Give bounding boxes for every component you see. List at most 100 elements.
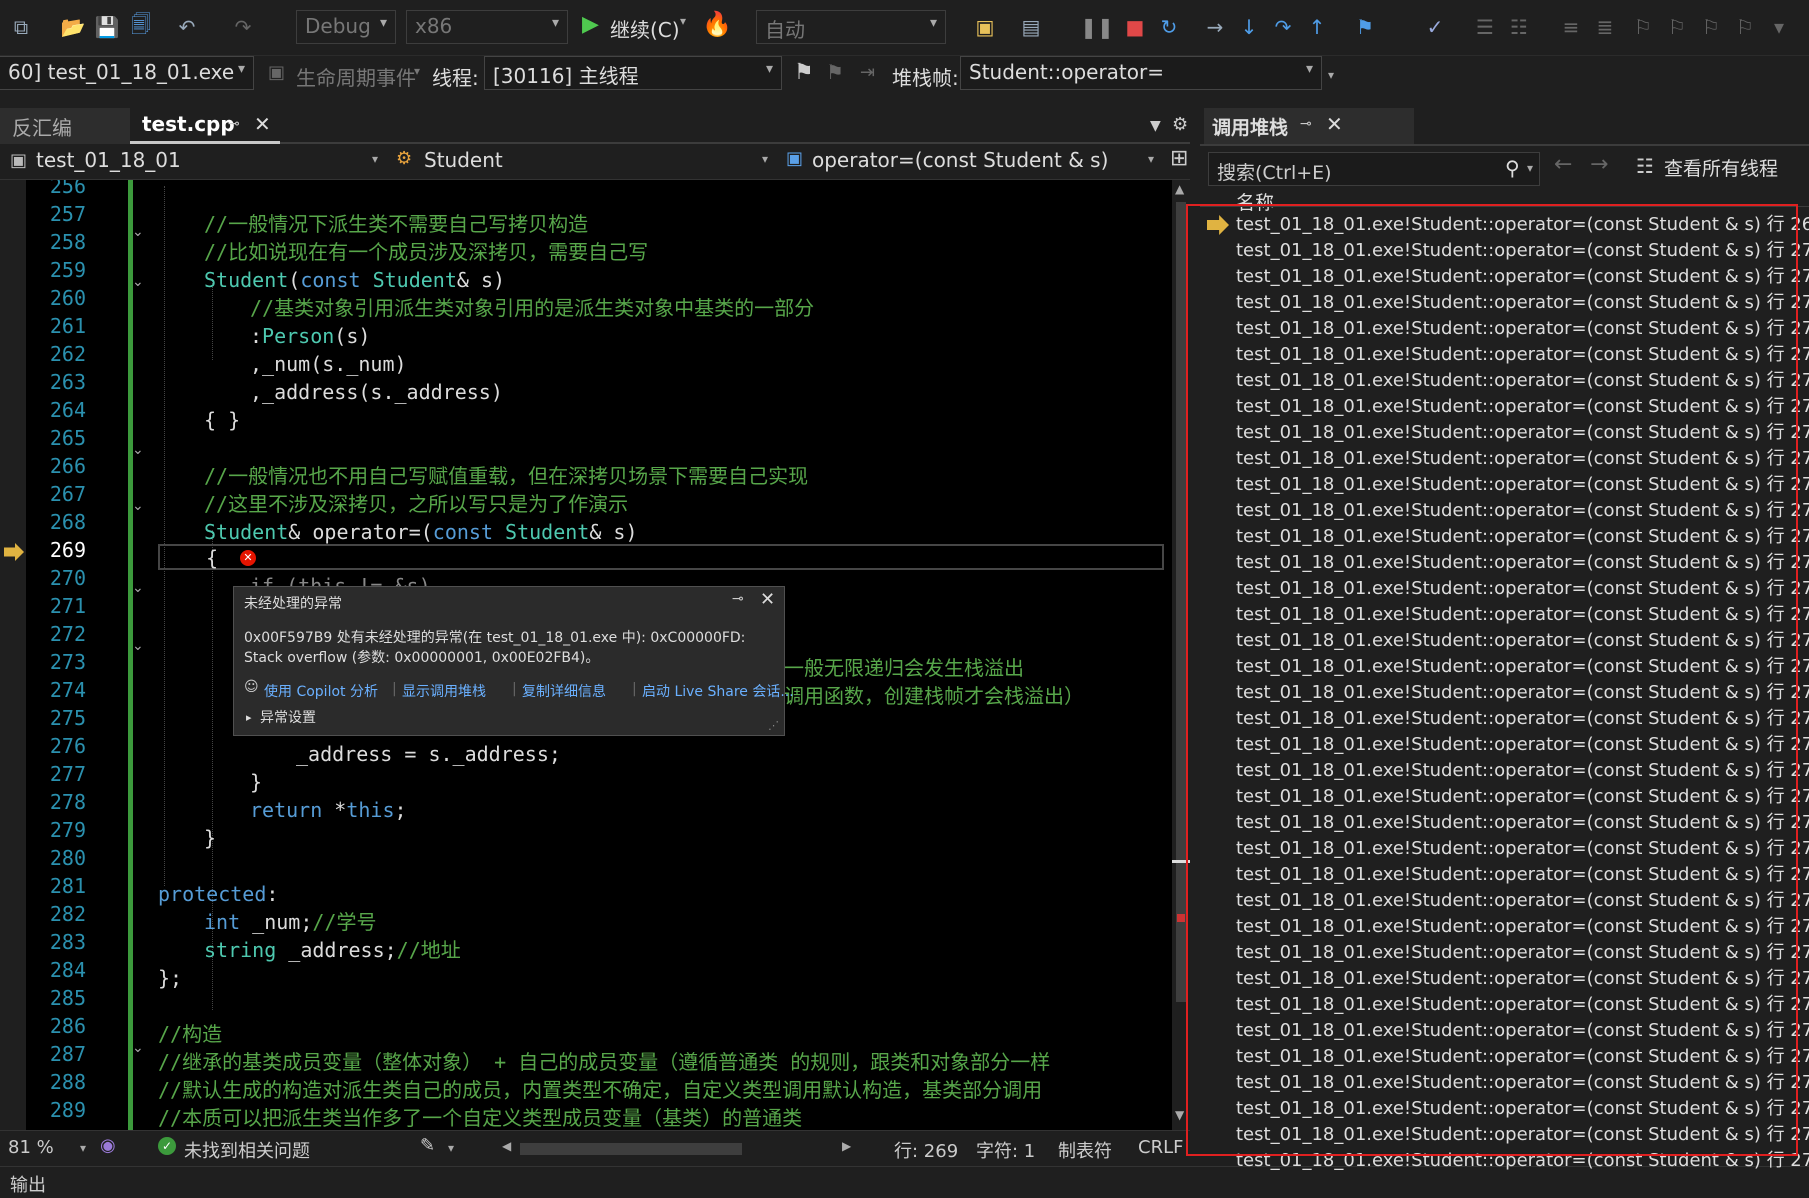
platform-combo[interactable]: x86 ▾ xyxy=(406,10,568,44)
prev-bookmark-icon[interactable]: ⚐ xyxy=(1662,12,1692,42)
scroll-right-icon[interactable]: ▶ xyxy=(842,1139,851,1153)
lifecycle-icon[interactable]: ▣ xyxy=(268,62,285,83)
horizontal-scrollbar[interactable] xyxy=(520,1143,742,1155)
clear-bookmark-icon[interactable]: ⚐ xyxy=(1730,12,1760,42)
line-indicator[interactable]: 行: 269 xyxy=(894,1137,958,1163)
stop-icon[interactable]: ■ xyxy=(1120,12,1150,42)
fold-chevron-icon[interactable]: ⌄ xyxy=(132,224,144,240)
pin-icon[interactable]: ⊸ xyxy=(1300,116,1312,132)
overflow-icon[interactable]: ▾ xyxy=(1328,68,1334,82)
forward-arrow-icon[interactable]: → xyxy=(1590,152,1608,177)
scroll-left-icon[interactable]: ◀ xyxy=(502,1139,511,1153)
outdent-icon[interactable]: ≣ xyxy=(1590,12,1620,42)
chevron-down-icon[interactable]: ▾ xyxy=(680,14,686,28)
restart-icon[interactable]: ↻ xyxy=(1154,12,1184,42)
show-callstack-link[interactable]: 显示调用堆栈 xyxy=(402,681,486,701)
fold-chevron-icon[interactable]: ⌄ xyxy=(132,580,144,596)
solution-icon[interactable]: ⧉ xyxy=(6,12,36,42)
call-stack-search[interactable]: 搜索(Ctrl+E) ⚲ ▾ xyxy=(1208,152,1540,186)
fold-chevron-icon[interactable]: ⌄ xyxy=(132,442,144,458)
redo-icon[interactable]: ↷ xyxy=(228,12,258,42)
spellcheck-icon[interactable]: ✓ xyxy=(1420,12,1450,42)
step-into-icon[interactable]: ↓ xyxy=(1234,12,1264,42)
pin-icon[interactable]: ⊸ xyxy=(228,116,240,132)
continue-icon[interactable]: ▶ xyxy=(582,12,599,37)
open-folder-icon[interactable]: 📂 xyxy=(58,12,88,42)
fold-chevron-icon[interactable]: ⌄ xyxy=(132,498,144,514)
close-icon[interactable]: ✕ xyxy=(254,112,271,136)
back-arrow-icon[interactable]: ← xyxy=(1554,152,1572,177)
flag-icon[interactable]: ⚑ xyxy=(794,60,814,85)
indicator-margin[interactable] xyxy=(0,180,26,1130)
fold-chevron-icon[interactable]: ⌄ xyxy=(132,274,144,290)
exception-settings[interactable]: 异常设置 xyxy=(260,707,316,727)
save-all-icon[interactable]: 🗐 xyxy=(126,12,156,42)
explorer-icon[interactable]: ▣ xyxy=(970,12,1000,42)
gear-icon[interactable]: ⚙ xyxy=(1172,114,1188,135)
scroll-thumb[interactable] xyxy=(1176,202,1186,1002)
pin-icon[interactable]: ⊸ xyxy=(732,591,744,607)
pause-icon[interactable]: ❚❚ xyxy=(1080,12,1114,42)
nav-project[interactable]: test_01_18_01 xyxy=(36,148,181,172)
editor-status-bar: 81 % ▾ ◉ ✓ 未找到相关问题 ✎ ▾ ◀ ▶ 行: 269 字符: 1 … xyxy=(0,1130,1190,1166)
copy-details-link[interactable]: 复制详细信息 xyxy=(522,681,606,701)
search-icon[interactable]: ⚲ xyxy=(1505,156,1520,180)
stackframe-combo[interactable]: Student::operator= ▾ xyxy=(960,56,1322,90)
tab-list-icon[interactable]: ▼ xyxy=(1150,118,1161,134)
tab-indicator[interactable]: 制表符 xyxy=(1058,1137,1112,1163)
expand-chevron-icon[interactable]: ▸ xyxy=(246,711,252,724)
step-over-icon[interactable]: ↷ xyxy=(1268,12,1298,42)
brush-icon[interactable]: ✎ xyxy=(420,1135,435,1156)
nav-class[interactable]: Student xyxy=(424,148,503,172)
chevron-down-icon[interactable]: ▾ xyxy=(448,1141,454,1155)
zoom-level[interactable]: 81 % xyxy=(8,1137,54,1158)
close-icon[interactable]: ✕ xyxy=(1326,112,1343,136)
chevron-down-icon[interactable]: ▾ xyxy=(372,152,378,166)
indent-icon[interactable]: ≡ xyxy=(1556,12,1586,42)
lifecycle-events-label[interactable]: 生命周期事件 xyxy=(296,62,416,91)
tab-disassembly[interactable]: 反汇编 xyxy=(0,108,130,144)
chevron-down-icon[interactable]: ▾ xyxy=(1527,161,1533,175)
diagnostics-icon[interactable]: ⚑ xyxy=(1350,12,1380,42)
close-icon[interactable]: ✕ xyxy=(760,589,775,610)
chevron-down-icon[interactable]: ▾ xyxy=(80,1141,86,1155)
char-indicator[interactable]: 字符: 1 xyxy=(976,1137,1035,1163)
scroll-down-icon[interactable]: ▼ xyxy=(1175,1108,1184,1122)
show-next-statement-icon[interactable]: → xyxy=(1200,12,1230,42)
save-icon[interactable]: 💾 xyxy=(92,12,122,42)
thread-combo[interactable]: [30116] 主线程 ▾ xyxy=(484,56,782,90)
config-combo[interactable]: Debug ▾ xyxy=(296,10,396,44)
overflow-icon[interactable]: ▾ xyxy=(1764,12,1794,42)
chevron-down-icon[interactable]: ▾ xyxy=(414,64,420,78)
code-line-282: int _num;//学号 xyxy=(204,910,377,934)
intellicode-icon[interactable]: ◉ xyxy=(100,1135,116,1156)
output-tab[interactable]: 输出 xyxy=(10,1171,46,1197)
step-out-icon[interactable]: ↑ xyxy=(1302,12,1332,42)
uncomment-icon[interactable]: ☷ xyxy=(1504,12,1534,42)
error-icon[interactable]: ✕ xyxy=(240,550,256,566)
auto-combo[interactable]: 自动 ▾ xyxy=(756,10,946,44)
window-icon[interactable]: ▤ xyxy=(1016,12,1046,42)
live-share-link[interactable]: 启动 Live Share 会话... xyxy=(642,681,794,701)
undo-icon[interactable]: ↶ xyxy=(172,12,202,42)
fold-chevron-icon[interactable]: ⌄ xyxy=(132,1040,144,1056)
split-icon[interactable]: ⊞ xyxy=(1170,146,1188,171)
comment-icon[interactable]: ☰ xyxy=(1470,12,1500,42)
fold-chevron-icon[interactable]: ⌄ xyxy=(132,638,144,654)
nav-member[interactable]: operator=(const Student & s) xyxy=(812,148,1108,172)
chevron-down-icon[interactable]: ▾ xyxy=(762,152,768,166)
continue-button[interactable]: 继续(C) xyxy=(610,14,680,43)
next-bookmark-icon[interactable]: ⚐ xyxy=(1696,12,1726,42)
chevron-down-icon[interactable]: ▾ xyxy=(1148,152,1154,166)
scroll-up-icon[interactable]: ▲ xyxy=(1175,182,1184,196)
view-all-threads-button[interactable]: 查看所有线程 xyxy=(1664,154,1778,181)
process-combo[interactable]: 60] test_01_18_01.exe ▾ xyxy=(0,56,254,90)
issues-status[interactable]: 未找到相关问题 xyxy=(184,1137,310,1163)
copilot-analyze-link[interactable]: 使用 Copilot 分析 xyxy=(264,681,378,701)
thread-flag-icon[interactable]: ⚑ xyxy=(826,60,844,84)
resize-grip-icon[interactable]: ⋰ xyxy=(768,719,779,732)
hot-reload-icon[interactable]: 🔥 xyxy=(702,10,732,38)
search-input[interactable]: 搜索(Ctrl+E) xyxy=(1217,158,1332,185)
bookmark-icon[interactable]: ⚐ xyxy=(1628,12,1658,42)
eol-indicator[interactable]: CRLF xyxy=(1138,1137,1183,1158)
